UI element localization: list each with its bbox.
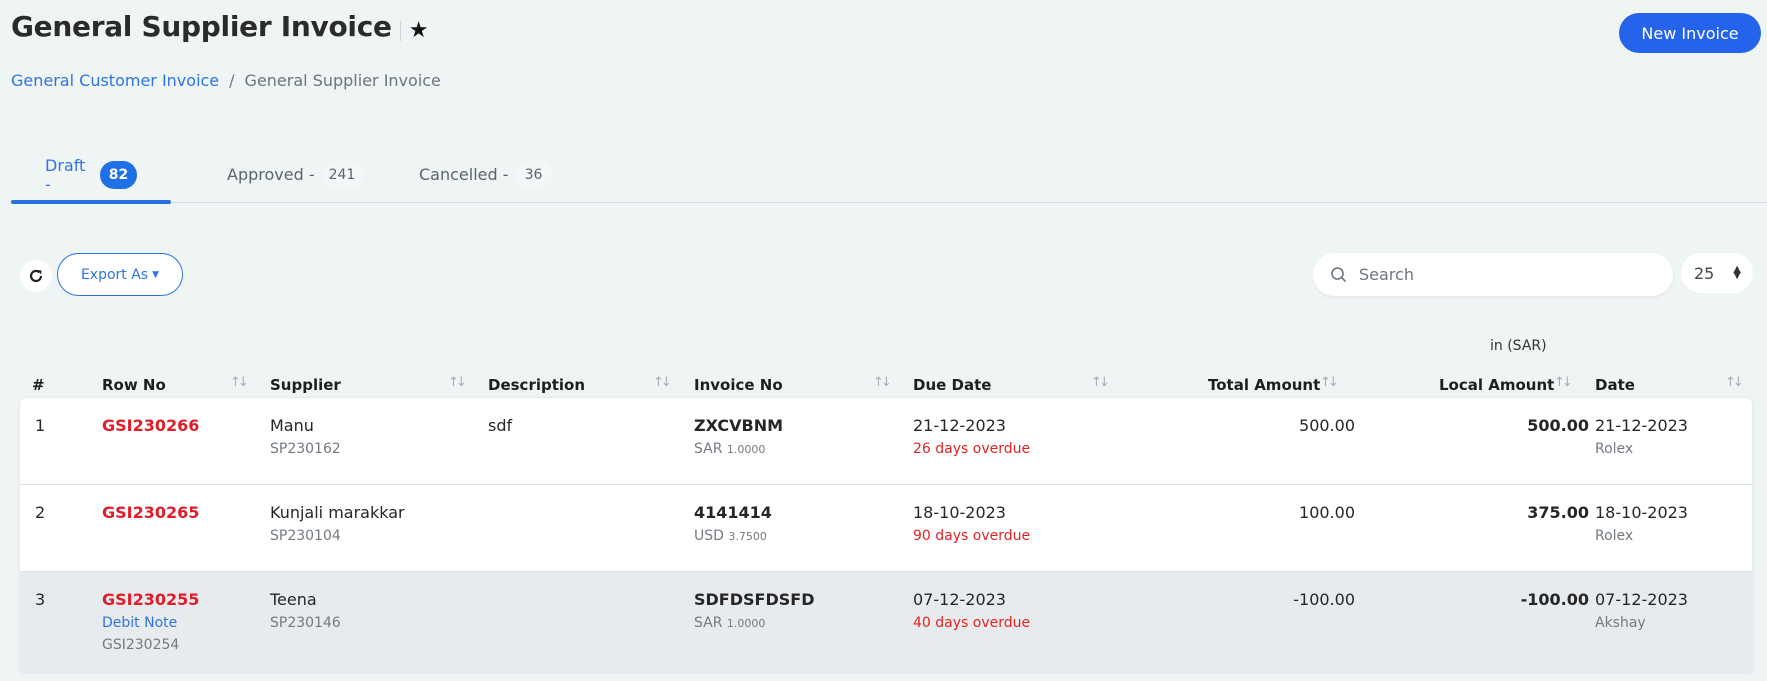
- tab-count-badge: 241: [320, 160, 364, 189]
- breadcrumb-parent-link[interactable]: General Customer Invoice: [11, 71, 219, 90]
- sort-icon[interactable]: ↑↓: [1320, 375, 1339, 390]
- export-as-dropdown[interactable]: Export As ▼: [57, 253, 183, 296]
- overdue-status: 26 days overdue: [913, 441, 1031, 457]
- invoice-no: ZXCVBNM: [694, 416, 783, 435]
- currency-code: SAR: [694, 615, 723, 631]
- tab-label: Cancelled -: [419, 165, 509, 184]
- invoice-no: 4141414: [694, 503, 772, 522]
- page-size-select[interactable]: 25 ▲ ▼: [1681, 253, 1753, 293]
- search-icon: [1331, 266, 1347, 282]
- due-date: 07-12-2023: [913, 590, 1006, 609]
- caret-down-icon: ▼: [152, 269, 160, 280]
- local-amount: -100.00: [1520, 590, 1589, 609]
- supplier-name: Manu: [270, 416, 314, 435]
- column-header-local-amount[interactable]: Local Amount: [1439, 376, 1554, 394]
- refresh-button[interactable]: [20, 260, 52, 292]
- page-size-value: 25: [1694, 263, 1715, 283]
- invoice-currency: SAR 1.0000: [694, 615, 814, 631]
- sort-icon[interactable]: ↑↓: [873, 375, 892, 390]
- breadcrumb: General Customer Invoice / General Suppl…: [11, 71, 441, 90]
- overdue-status: 40 days overdue: [913, 615, 1031, 631]
- table-row[interactable]: 3 GSI230255 Debit Note GSI230254 Teena S…: [20, 572, 1752, 672]
- debit-note-link[interactable]: Debit Note: [102, 615, 199, 631]
- breadcrumb-current: General Supplier Invoice: [244, 71, 441, 90]
- sort-icon[interactable]: ↑↓: [653, 375, 672, 390]
- invoice-table: in (SAR) # Row No ↑↓ Supplier ↑↓ Descrip…: [20, 330, 1752, 672]
- due-date: 18-10-2023: [913, 503, 1006, 522]
- supplier-name: Teena: [270, 590, 317, 609]
- new-invoice-button[interactable]: New Invoice: [1619, 13, 1761, 53]
- tab-label: Approved -: [227, 165, 315, 184]
- tab-draft[interactable]: Draft - 82: [11, 147, 171, 204]
- column-header-supplier[interactable]: Supplier: [270, 376, 341, 394]
- sort-icon[interactable]: ↑↓: [230, 375, 249, 390]
- exchange-rate: 1.0000: [726, 443, 766, 456]
- due-date: 21-12-2023: [913, 416, 1006, 435]
- table-header: in (SAR) # Row No ↑↓ Supplier ↑↓ Descrip…: [20, 330, 1752, 398]
- invoice-date: 07-12-2023: [1595, 590, 1688, 609]
- tab-cancelled[interactable]: Cancelled - 36: [409, 147, 587, 202]
- description: sdf: [488, 416, 513, 435]
- tab-count-badge: 82: [100, 160, 137, 189]
- star-icon[interactable]: ★: [409, 18, 429, 43]
- sort-icon[interactable]: ↑↓: [1554, 375, 1573, 390]
- local-amount: 375.00: [1527, 503, 1589, 522]
- sort-icon[interactable]: ↑↓: [1091, 375, 1110, 390]
- column-header-description[interactable]: Description: [488, 376, 585, 394]
- column-header-due-date[interactable]: Due Date: [913, 376, 991, 394]
- total-amount: -100.00: [1293, 590, 1355, 609]
- column-header-invoice-no[interactable]: Invoice No: [694, 376, 783, 394]
- tab-count-badge: 36: [514, 160, 553, 189]
- select-updown-icon: ▲ ▼: [1733, 264, 1741, 281]
- currency-note: in (SAR): [1490, 338, 1547, 354]
- invoice-no: SDFDSFDSFD: [694, 590, 815, 609]
- created-by: Akshay: [1595, 615, 1646, 631]
- invoice-currency: USD 3.7500: [694, 528, 772, 544]
- supplier-code: SP230162: [270, 441, 341, 457]
- table-row[interactable]: 2 GSI230265 Kunjali marakkar SP230104 41…: [20, 485, 1752, 572]
- reference-invoice: GSI230254: [102, 637, 180, 653]
- currency-code: SAR: [694, 441, 723, 457]
- supplier-code: SP230104: [270, 528, 341, 544]
- page-title: General Supplier Invoice ★: [11, 10, 428, 43]
- column-header-row-no[interactable]: Row No: [102, 376, 166, 394]
- local-amount: 500.00: [1527, 416, 1589, 435]
- exchange-rate: 3.7500: [728, 530, 767, 543]
- page-title-text: General Supplier Invoice: [11, 10, 392, 43]
- column-header-total-amount[interactable]: Total Amount: [1208, 376, 1320, 394]
- search-input[interactable]: [1359, 265, 1659, 284]
- sort-icon[interactable]: ↑↓: [448, 375, 467, 390]
- column-header-date[interactable]: Date: [1595, 376, 1635, 394]
- status-tabs: Draft - 82 Approved - 241 Cancelled - 36: [11, 147, 1767, 204]
- row-index: 1: [35, 416, 46, 435]
- created-by: Rolex: [1595, 528, 1634, 544]
- total-amount: 500.00: [1299, 416, 1355, 435]
- column-header-index: #: [32, 376, 45, 394]
- invoice-date: 21-12-2023: [1595, 416, 1688, 435]
- breadcrumb-separator: /: [229, 71, 235, 90]
- tab-label: Draft -: [45, 155, 86, 194]
- tab-approved[interactable]: Approved - 241: [171, 147, 409, 202]
- supplier-code: SP230146: [270, 615, 341, 631]
- total-amount: 100.00: [1299, 503, 1355, 522]
- exchange-rate: 1.0000: [726, 617, 766, 630]
- overdue-status: 90 days overdue: [913, 528, 1031, 544]
- export-label: Export As: [80, 266, 149, 283]
- row-no-link[interactable]: GSI230266: [102, 416, 199, 435]
- row-no-link[interactable]: GSI230265: [102, 503, 199, 522]
- created-by: Rolex: [1595, 441, 1634, 457]
- row-index: 2: [35, 503, 46, 522]
- search-box[interactable]: [1313, 253, 1673, 296]
- invoice-date: 18-10-2023: [1595, 503, 1688, 522]
- table-body: 1 GSI230266 Manu SP230162 sdf ZXCVBNM SA…: [20, 398, 1752, 672]
- row-no-link[interactable]: GSI230255: [102, 590, 199, 609]
- supplier-name: Kunjali marakkar: [270, 503, 405, 522]
- row-index: 3: [35, 590, 46, 609]
- currency-code: USD: [694, 528, 724, 544]
- sort-icon[interactable]: ↑↓: [1725, 375, 1744, 390]
- invoice-currency: SAR 1.0000: [694, 441, 783, 457]
- table-row[interactable]: 1 GSI230266 Manu SP230162 sdf ZXCVBNM SA…: [20, 398, 1752, 485]
- refresh-icon: [29, 269, 43, 283]
- title-divider: [399, 20, 401, 41]
